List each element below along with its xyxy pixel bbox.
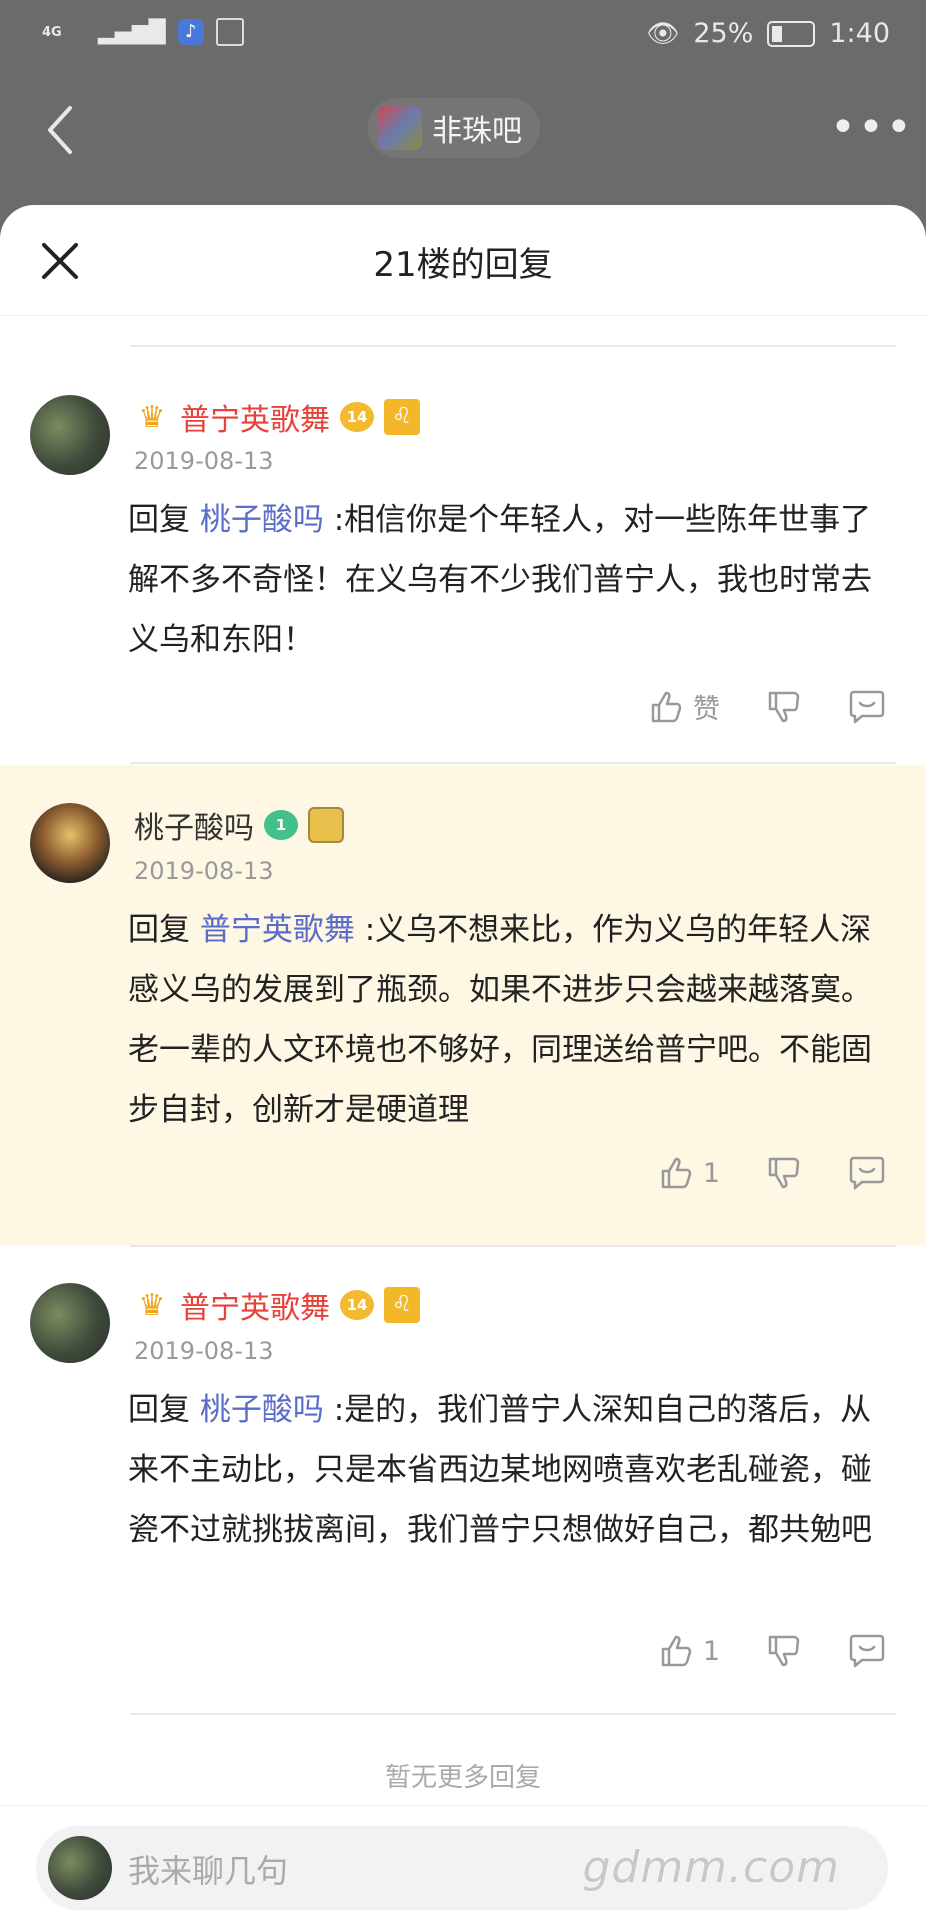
status-bar: 4G ▂▄▆█ ♪ 👁 25% 1:40 [0,0,926,70]
reply-sheet: 21楼的回复 ♛ 普宁英歌舞 14 ♌ 2019-08-13 回复 桃子酸吗 :… [0,205,926,1920]
medal-icon [308,807,344,843]
username[interactable]: 普宁英歌舞 [180,1283,330,1327]
avatar[interactable] [30,1283,110,1363]
avatar[interactable] [30,395,110,475]
clock: 1:40 [829,18,890,49]
divider [130,1713,896,1715]
zodiac-leo-icon: ♌ [384,1287,420,1323]
divider [130,345,896,347]
reply-actions: 赞 [649,687,886,726]
thumbs-down-icon [768,691,800,722]
like-label: 赞 [693,694,720,725]
reply-content[interactable]: 回复 普宁英歌舞 :义乌不想来比，作为义乌的年轻人深感义乌的发展到了瓶颈。如果不… [128,900,888,1140]
music-app-icon: ♪ [177,19,204,45]
level-badge: 14 [340,402,374,432]
thumbs-down-icon [768,1635,800,1667]
reply-date: 2019-08-13 [134,857,274,885]
comment-button[interactable] [848,689,886,725]
reply-item-highlighted: 桃子酸吗 1 2019-08-13 回复 普宁英歌舞 :义乌不想来比，作为义乌的… [0,765,926,1245]
watermark: gdmm.com [582,1842,840,1893]
level-badge: 14 [340,1290,374,1320]
avatar[interactable] [30,803,110,883]
reply-content[interactable]: 回复 桃子酸吗 :是的，我们普宁人深知自己的落后，从来不主动比，只是本省西边某地… [128,1380,888,1560]
reply-actions: 1 [659,1155,886,1191]
thumbs-up-icon [661,1635,692,1667]
thumbs-up-icon [661,1157,692,1189]
reply-actions: 1 [659,1633,886,1669]
sheet-title: 21楼的回复 [373,245,553,285]
comment-bubble-icon [849,690,885,723]
mention-link[interactable]: 普宁英歌舞 [200,912,355,948]
thumbs-up-icon [651,691,682,722]
forum-avatar [378,106,422,150]
comment-input[interactable]: 我来聊几句 gdmm.com [36,1826,888,1910]
forum-name: 非珠吧 [432,114,522,149]
dislike-button[interactable] [766,1155,802,1191]
mention-link[interactable]: 桃子酸吗 [200,502,324,538]
like-button[interactable]: 1 [659,1633,720,1669]
network-indicator: 4G [42,24,62,40]
divider [130,762,896,764]
reply-content[interactable]: 回复 桃子酸吗 :相信你是个年轻人，对一些陈年世事了解不多不奇怪！在义乌有不少我… [128,490,888,670]
reply-date: 2019-08-13 [134,1337,274,1365]
dislike-button[interactable] [766,1633,802,1669]
dislike-button[interactable] [766,689,802,725]
comment-placeholder: 我来聊几句 [128,1852,289,1890]
back-arrow-icon[interactable] [40,102,80,158]
reply-item: ♛ 普宁英歌舞 14 ♌ 2019-08-13 回复 桃子酸吗 :相信你是个年轻… [0,355,926,765]
reply-date: 2019-08-13 [134,447,274,475]
reply-prefix: 回复 [128,1392,200,1428]
zodiac-leo-icon: ♌ [384,399,420,435]
reply-prefix: 回复 [128,912,200,948]
like-count: 1 [702,1157,720,1189]
signal-icon: ▂▄▆█ [98,19,166,45]
my-avatar [48,1836,112,1900]
comment-bubble-icon [849,1156,885,1190]
comment-button[interactable] [848,1155,886,1191]
thumbs-down-icon [768,1157,800,1189]
like-button[interactable]: 1 [659,1155,720,1191]
reply-prefix: 回复 [128,502,200,538]
battery-percent: 25% [693,18,754,49]
reply-item: ♛ 普宁英歌舞 14 ♌ 2019-08-13 回复 桃子酸吗 :是的，我们普宁… [0,1247,926,1717]
level-badge: 1 [264,810,298,840]
more-options-icon[interactable]: ••• [830,106,912,150]
comment-button[interactable] [848,1633,886,1669]
eye-comfort-icon: 👁 [646,18,680,49]
mention-link[interactable]: 桃子酸吗 [200,1392,324,1428]
no-more-replies: 暂无更多回复 [384,1763,541,1793]
like-count: 1 [702,1635,720,1667]
top-nav: 非珠吧 ••• [0,80,926,180]
battery-icon [767,20,816,47]
sheet-header: 21楼的回复 [0,205,926,316]
username[interactable]: 桃子酸吗 [134,803,254,847]
forum-title-pill[interactable]: 非珠吧 [368,98,540,158]
crown-icon: ♛ [138,399,166,435]
comment-bubble-icon [849,1634,885,1668]
like-button[interactable]: 赞 [649,687,720,726]
image-notification-icon [215,18,244,46]
comment-input-bar: 我来聊几句 gdmm.com [0,1805,926,1920]
username[interactable]: 普宁英歌舞 [180,395,330,439]
crown-icon: ♛ [138,1287,166,1323]
